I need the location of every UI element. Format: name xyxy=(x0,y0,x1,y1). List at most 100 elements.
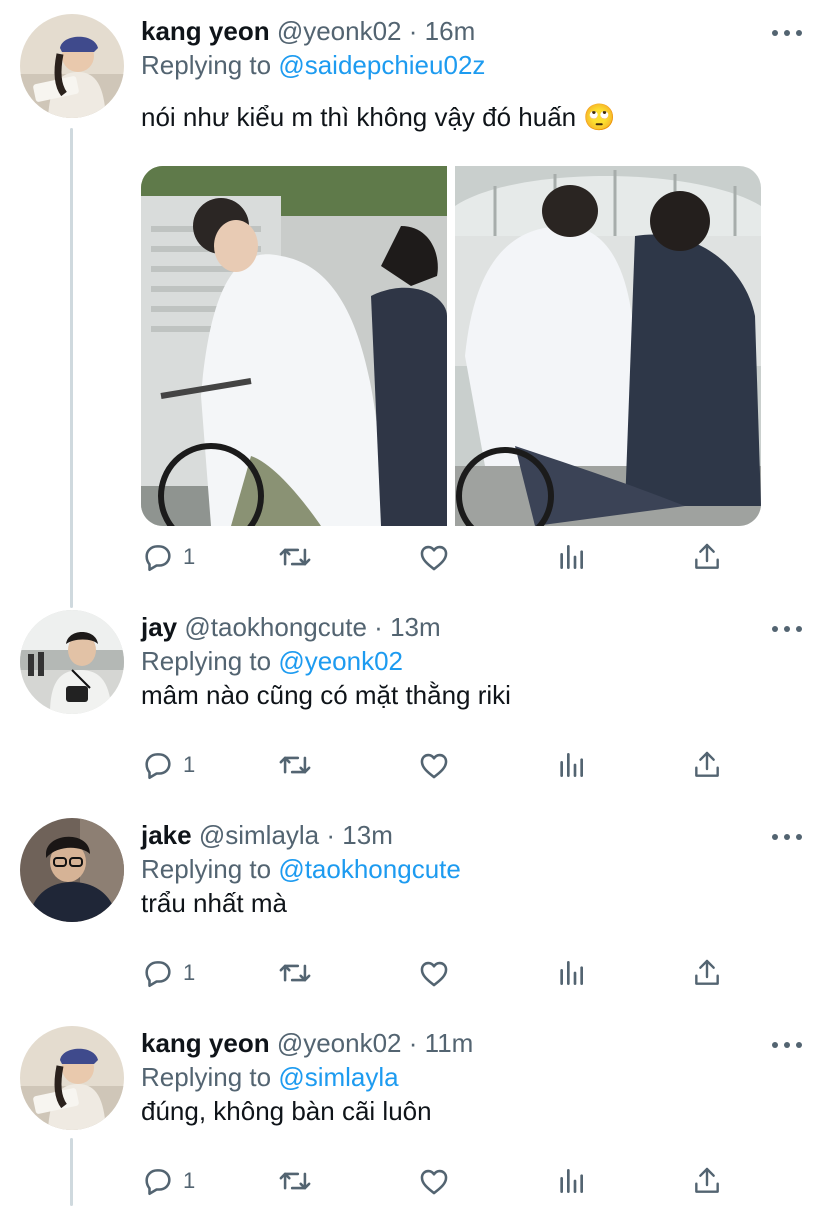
like-button[interactable] xyxy=(417,748,451,782)
display-name[interactable]: kang yeon xyxy=(141,1028,270,1058)
like-button[interactable] xyxy=(417,540,451,574)
share-icon xyxy=(695,1167,719,1193)
timestamp[interactable]: 11m xyxy=(425,1028,474,1058)
like-icon xyxy=(420,1169,448,1195)
username[interactable]: @taokhongcute xyxy=(184,612,367,642)
replying-to-label: Replying to xyxy=(141,854,272,884)
replying-to-label: Replying to xyxy=(141,1062,272,1092)
display-name[interactable]: kang yeon xyxy=(141,16,270,46)
tweet-actions: 1 xyxy=(141,748,721,788)
tweet-actions: 1 xyxy=(141,540,721,580)
timestamp[interactable]: 16m xyxy=(425,16,476,46)
display-name[interactable]: jay xyxy=(141,612,177,642)
retweet-icon xyxy=(279,1172,311,1190)
replying-to-handle[interactable]: @saidepchieu02z xyxy=(278,50,485,80)
reply-count: 1 xyxy=(183,752,196,777)
thread-line xyxy=(70,128,73,608)
analytics-button[interactable] xyxy=(555,748,587,782)
retweet-button[interactable] xyxy=(277,956,313,990)
media-photo-2[interactable] xyxy=(455,166,761,526)
avatar[interactable] xyxy=(20,818,124,922)
share-icon xyxy=(695,751,719,777)
analytics-button[interactable] xyxy=(555,956,587,990)
username[interactable]: @yeonk02 xyxy=(277,1028,402,1058)
analytics-icon xyxy=(560,961,583,985)
replying-to-label: Replying to xyxy=(141,50,272,80)
avatar[interactable] xyxy=(20,610,124,714)
tweet-actions: 1 xyxy=(141,1164,721,1204)
retweet-button[interactable] xyxy=(277,1164,313,1198)
more-icon[interactable] xyxy=(772,832,802,842)
reply-count: 1 xyxy=(183,544,196,569)
like-button[interactable] xyxy=(417,956,451,990)
retweet-icon xyxy=(279,964,311,982)
reply-button[interactable]: 1 xyxy=(141,1164,195,1198)
tweet-header: kang yeon @yeonk02 · 16m xyxy=(141,14,804,48)
replying-to-handle[interactable]: @yeonk02 xyxy=(278,646,403,676)
like-icon xyxy=(420,961,448,987)
reply-icon xyxy=(145,1169,171,1196)
analytics-icon xyxy=(560,753,583,777)
retweet-button[interactable] xyxy=(277,748,313,782)
separator: · xyxy=(326,820,336,850)
reply-count: 1 xyxy=(183,960,196,985)
retweet-icon xyxy=(279,756,311,774)
reply-icon xyxy=(145,753,171,780)
username[interactable]: @simlayla xyxy=(199,820,319,850)
like-icon xyxy=(420,545,448,571)
share-button[interactable] xyxy=(691,540,723,574)
avatar[interactable] xyxy=(20,14,124,118)
tweet-text: đúng, không bàn cãi luôn xyxy=(141,1096,432,1126)
tweet-header: kang yeon @yeonk02 · 11m xyxy=(141,1026,804,1060)
replying-to-handle[interactable]: @taokhongcute xyxy=(278,854,461,884)
tweet-actions: 1 xyxy=(141,956,721,996)
replying-to: Replying to @simlayla xyxy=(141,1060,804,1094)
replying-to-handle[interactable]: @simlayla xyxy=(278,1062,398,1092)
like-button[interactable] xyxy=(417,1164,451,1198)
reply-button[interactable]: 1 xyxy=(141,748,195,782)
analytics-button[interactable] xyxy=(555,1164,587,1198)
share-button[interactable] xyxy=(691,1164,723,1198)
analytics-button[interactable] xyxy=(555,540,587,574)
more-icon[interactable] xyxy=(772,1040,802,1050)
timestamp[interactable]: 13m xyxy=(342,820,393,850)
tweet-header: jay @taokhongcute · 13m xyxy=(141,610,804,644)
tweet-header: jake @simlayla · 13m xyxy=(141,818,804,852)
separator: · xyxy=(408,16,418,46)
replying-to: Replying to @yeonk02 xyxy=(141,644,804,678)
replying-to: Replying to @saidepchieu02z xyxy=(141,48,804,82)
more-icon[interactable] xyxy=(772,624,802,634)
tweet-media[interactable] xyxy=(141,166,761,526)
username[interactable]: @yeonk02 xyxy=(277,16,402,46)
analytics-icon xyxy=(560,1169,583,1193)
media-photo-1[interactable] xyxy=(141,166,447,526)
analytics-icon xyxy=(560,545,583,569)
tweet-text: nói như kiểu m thì không vậy đó huấn 🙄 xyxy=(141,102,616,132)
tweet-body: jay @taokhongcute · 13m Replying to @yeo… xyxy=(141,610,804,712)
reply-button[interactable]: 1 xyxy=(141,540,195,574)
share-button[interactable] xyxy=(691,748,723,782)
reply-button[interactable]: 1 xyxy=(141,956,195,990)
like-icon xyxy=(420,753,448,779)
reply-icon xyxy=(145,961,171,988)
separator: · xyxy=(374,612,383,642)
tweet-body: kang yeon @yeonk02 · 11m Replying to @si… xyxy=(141,1026,804,1128)
timestamp[interactable]: 13m xyxy=(390,612,441,642)
reply-count: 1 xyxy=(183,1168,196,1193)
retweet-icon xyxy=(279,548,311,566)
display-name[interactable]: jake xyxy=(141,820,192,850)
share-button[interactable] xyxy=(691,956,723,990)
replying-to: Replying to @taokhongcute xyxy=(141,852,804,886)
reply-icon xyxy=(145,545,171,572)
replying-to-label: Replying to xyxy=(141,646,272,676)
tweet-body: jake @simlayla · 13m Replying to @taokho… xyxy=(141,818,804,920)
more-icon[interactable] xyxy=(772,28,802,38)
retweet-button[interactable] xyxy=(277,540,313,574)
tweet-body: kang yeon @yeonk02 · 16m Replying to @sa… xyxy=(141,14,804,134)
avatar[interactable] xyxy=(20,1026,124,1130)
tweet-text: mâm nào cũng có mặt thằng riki xyxy=(141,680,511,710)
tweet-text: trẩu nhất mà xyxy=(141,888,287,918)
thread-line xyxy=(70,1138,73,1206)
share-icon xyxy=(695,959,719,985)
share-icon xyxy=(695,543,719,569)
